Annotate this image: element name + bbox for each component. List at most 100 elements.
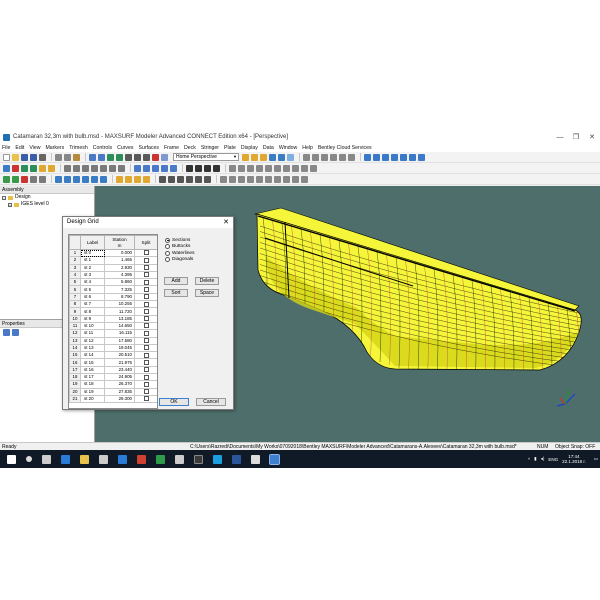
grid-row[interactable]: 17st 16 23.440 bbox=[69, 365, 157, 375]
split-view-icon[interactable] bbox=[391, 153, 398, 161]
split-checkbox[interactable] bbox=[143, 316, 149, 322]
girder-icon[interactable] bbox=[265, 175, 272, 183]
split-checkbox[interactable] bbox=[143, 272, 149, 278]
split-checkbox[interactable] bbox=[143, 308, 149, 314]
face-snap-icon[interactable] bbox=[204, 175, 211, 183]
station-label-cell[interactable]: st 0 bbox=[80, 248, 105, 258]
skype-icon[interactable] bbox=[213, 454, 222, 464]
row-number[interactable]: 1 bbox=[69, 248, 81, 258]
radio-icon[interactable] bbox=[165, 244, 170, 250]
language-indicator[interactable]: ENG bbox=[548, 457, 558, 462]
frame-icon[interactable] bbox=[220, 175, 227, 183]
station-label-cell[interactable]: st 10 bbox=[80, 321, 105, 331]
station-value-cell[interactable]: 27.835 bbox=[104, 387, 135, 396]
split-cell[interactable] bbox=[134, 292, 157, 302]
view-bottom-icon[interactable] bbox=[100, 175, 107, 183]
split-checkbox[interactable] bbox=[143, 367, 149, 373]
mirror-control-icon[interactable] bbox=[170, 164, 177, 172]
open-folder-icon[interactable] bbox=[12, 153, 19, 161]
menu-help[interactable]: Help bbox=[302, 145, 313, 151]
station-value-cell[interactable]: 14.650 bbox=[104, 321, 135, 331]
layout-view-icon[interactable] bbox=[409, 153, 416, 161]
station-value-cell[interactable]: 17.580 bbox=[104, 336, 135, 345]
row-number[interactable]: 20 bbox=[69, 387, 81, 396]
tray-up-arrow-icon[interactable]: ^ bbox=[528, 457, 530, 462]
minimize-button[interactable]: — bbox=[552, 134, 568, 141]
surface-fit-icon[interactable] bbox=[274, 164, 281, 172]
split-checkbox[interactable] bbox=[143, 345, 149, 351]
station-label-cell[interactable]: st 2 bbox=[80, 263, 105, 272]
trim-icon[interactable] bbox=[283, 164, 290, 172]
snap-icon[interactable] bbox=[159, 175, 166, 183]
grid-row[interactable]: 9st 8 11.720 bbox=[69, 307, 157, 316]
sort-button[interactable]: Sort bbox=[164, 289, 188, 297]
station-label-cell[interactable]: st 9 bbox=[80, 314, 105, 323]
design-grid-table[interactable]: Label Station m Split 1st 0 0.000 2st 1 1.4… bbox=[68, 234, 158, 409]
notifications-icon[interactable]: ▭ bbox=[594, 456, 598, 462]
redo-icon[interactable] bbox=[98, 153, 105, 161]
row-number[interactable]: 10 bbox=[69, 314, 81, 323]
untrim-icon[interactable] bbox=[292, 164, 299, 172]
menu-file[interactable]: File bbox=[2, 145, 10, 151]
save-all-icon[interactable] bbox=[30, 153, 37, 161]
scale-control-icon[interactable] bbox=[152, 164, 159, 172]
cutout-icon[interactable] bbox=[301, 175, 308, 183]
point-snap-icon[interactable] bbox=[186, 175, 193, 183]
parametric-icon[interactable] bbox=[256, 164, 263, 172]
deck-icon[interactable] bbox=[229, 175, 236, 183]
split-checkbox[interactable] bbox=[143, 301, 149, 307]
delete-button[interactable]: Delete bbox=[195, 277, 219, 285]
split-cell[interactable] bbox=[134, 358, 157, 367]
zebra-icon[interactable] bbox=[204, 164, 211, 172]
row-number[interactable]: 11 bbox=[69, 321, 81, 331]
rotate-icon[interactable] bbox=[116, 153, 123, 161]
station-value-cell[interactable]: 7.325 bbox=[104, 285, 135, 294]
split-cell[interactable] bbox=[134, 380, 157, 389]
row-number[interactable]: 7 bbox=[69, 292, 81, 302]
view-top-icon[interactable] bbox=[91, 175, 98, 183]
split-checkbox[interactable] bbox=[143, 265, 149, 271]
space-button[interactable]: Space bbox=[195, 289, 219, 297]
row-number[interactable]: 17 bbox=[69, 365, 81, 375]
split-checkbox[interactable] bbox=[143, 381, 149, 387]
row-number[interactable]: 3 bbox=[69, 263, 81, 272]
grid-row[interactable]: 15st 14 20.510 bbox=[69, 351, 157, 360]
split-checkbox[interactable] bbox=[143, 389, 149, 395]
grid-icon[interactable] bbox=[303, 153, 310, 161]
split-checkbox[interactable] bbox=[143, 352, 149, 358]
row-number[interactable]: 5 bbox=[69, 278, 81, 287]
align-icon[interactable] bbox=[64, 164, 71, 172]
menu-display[interactable]: Display bbox=[241, 145, 258, 151]
settings-icon[interactable] bbox=[348, 153, 355, 161]
assembly-tree-item-iges[interactable]: + IGES level 0 bbox=[0, 201, 94, 208]
row-number[interactable]: 4 bbox=[69, 270, 81, 280]
bracket-icon[interactable] bbox=[292, 175, 299, 183]
print-icon[interactable] bbox=[39, 153, 46, 161]
station-label-cell[interactable]: st 1 bbox=[80, 256, 105, 265]
windows-start-icon[interactable] bbox=[7, 454, 16, 464]
station-value-cell[interactable]: 10.255 bbox=[104, 300, 135, 309]
menu-trimesh[interactable]: Trimesh bbox=[69, 145, 88, 151]
surfaces-icon[interactable] bbox=[339, 153, 346, 161]
sort-alphabetical-icon[interactable] bbox=[12, 329, 19, 336]
edge-snap-icon[interactable] bbox=[195, 175, 202, 183]
station-value-cell[interactable]: 23.440 bbox=[104, 365, 135, 375]
tile-view-icon[interactable] bbox=[373, 153, 380, 161]
grid-row[interactable]: 8st 7 10.255 bbox=[69, 300, 157, 309]
menu-data[interactable]: Data bbox=[263, 145, 274, 151]
grid-row[interactable]: 3st 2 2.930 bbox=[69, 263, 157, 272]
row-number[interactable]: 6 bbox=[69, 285, 81, 294]
grid-row[interactable]: 2st 1 1.465 bbox=[69, 256, 157, 265]
smooth-icon[interactable] bbox=[73, 164, 80, 172]
measure-icon[interactable] bbox=[186, 164, 193, 172]
grid-row[interactable]: 6st 5 7.325 bbox=[69, 285, 157, 294]
row-number[interactable]: 14 bbox=[69, 343, 81, 353]
split-cell[interactable] bbox=[134, 314, 157, 323]
perspective-icon[interactable] bbox=[161, 153, 168, 161]
delete-row-icon[interactable] bbox=[39, 164, 46, 172]
save-icon[interactable] bbox=[21, 153, 28, 161]
menu-plate[interactable]: Plate bbox=[224, 145, 236, 151]
shrink-icon[interactable] bbox=[134, 153, 141, 161]
select-icon[interactable] bbox=[3, 164, 10, 172]
window-view-icon[interactable] bbox=[364, 153, 371, 161]
